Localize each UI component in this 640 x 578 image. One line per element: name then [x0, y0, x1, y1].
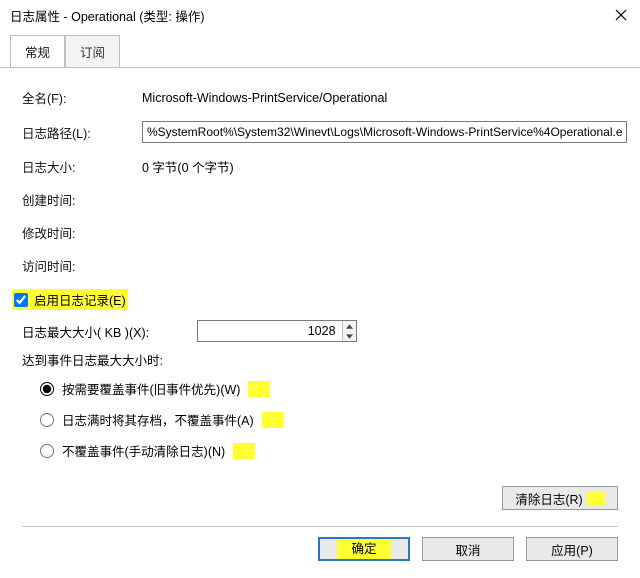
- highlight-box: [233, 443, 255, 459]
- divider: [22, 526, 618, 527]
- chevron-up-icon: [346, 324, 353, 329]
- tab-subscription[interactable]: 订阅: [65, 35, 120, 67]
- clear-row: 清除日志(R): [0, 486, 640, 510]
- row-logsize: 日志大小: 0 字节(0 个字节): [22, 157, 630, 176]
- tab-subscription-label: 订阅: [80, 46, 105, 60]
- row-logpath: 日志路径(L):: [22, 121, 630, 143]
- ok-button[interactable]: 确定: [318, 537, 410, 561]
- label-accessed: 访问时间:: [22, 256, 142, 275]
- radio-no-overwrite[interactable]: [40, 444, 54, 458]
- row-maxsize: 日志最大大小( KB )(X):: [22, 320, 630, 342]
- input-maxsize[interactable]: [198, 321, 341, 341]
- radio-row-archive: 日志满时将其存档，不覆盖事件(A): [40, 410, 630, 429]
- titlebar: 日志属性 - Operational (类型: 操作): [0, 0, 640, 30]
- apply-button[interactable]: 应用(P): [526, 537, 618, 561]
- tab-general-label: 常规: [25, 46, 50, 60]
- row-fullname: 全名(F): Microsoft-Windows-PrintService/Op…: [22, 88, 630, 107]
- close-icon: [615, 9, 627, 21]
- label-created: 创建时间:: [22, 190, 142, 209]
- checkbox-enable-logging[interactable]: [14, 293, 28, 307]
- radio-row-no-overwrite: 不覆盖事件(手动清除日志)(N): [40, 441, 630, 460]
- action-row: 确定 取消 应用(P): [0, 537, 640, 561]
- tabs: 常规 订阅: [0, 34, 640, 67]
- row-modified: 修改时间:: [22, 223, 630, 242]
- close-button[interactable]: [612, 6, 630, 24]
- radio-overwrite[interactable]: [40, 382, 54, 396]
- row-accessed: 访问时间:: [22, 256, 630, 275]
- clear-log-label: 清除日志(R): [515, 489, 582, 508]
- label-radio-overwrite: 按需要覆盖事件(旧事件优先)(W): [62, 379, 240, 398]
- label-maxsize: 日志最大大小( KB )(X):: [22, 322, 149, 341]
- label-radio-archive: 日志满时将其存档，不覆盖事件(A): [62, 410, 254, 429]
- cancel-label: 取消: [455, 540, 480, 559]
- label-radio-no-overwrite: 不覆盖事件(手动清除日志)(N): [62, 441, 225, 460]
- value-fullname: Microsoft-Windows-PrintService/Operation…: [142, 91, 630, 105]
- input-logpath[interactable]: [142, 121, 627, 143]
- cancel-button[interactable]: 取消: [422, 537, 514, 561]
- highlight-box: [248, 381, 270, 397]
- window-title: 日志属性 - Operational (类型: 操作): [10, 6, 204, 25]
- ok-label: 确定: [337, 539, 390, 559]
- highlight-box: [587, 491, 605, 505]
- row-created: 创建时间:: [22, 190, 630, 209]
- spinner-down[interactable]: [343, 331, 357, 341]
- label-logsize: 日志大小:: [22, 157, 142, 176]
- spinner-up[interactable]: [343, 321, 357, 331]
- clear-log-button[interactable]: 清除日志(R): [502, 486, 618, 510]
- radio-row-overwrite: 按需要覆盖事件(旧事件优先)(W): [40, 379, 630, 398]
- label-fullname: 全名(F):: [22, 88, 142, 107]
- row-enable-logging: 启用日志记录(E): [12, 289, 630, 310]
- highlight-box: [262, 412, 284, 428]
- radio-group-whenmax: 按需要覆盖事件(旧事件优先)(W) 日志满时将其存档，不覆盖事件(A) 不覆盖事…: [40, 379, 630, 460]
- spinner-maxsize[interactable]: [197, 320, 357, 342]
- spinner-buttons: [342, 321, 357, 341]
- tab-general[interactable]: 常规: [10, 35, 65, 67]
- radio-archive[interactable]: [40, 413, 54, 427]
- label-modified: 修改时间:: [22, 223, 142, 242]
- value-logsize: 0 字节(0 个字节): [142, 157, 630, 176]
- label-enable-logging: 启用日志记录(E): [34, 290, 126, 309]
- bottom-area: 清除日志(R) 确定 取消 应用(P): [0, 480, 640, 578]
- chevron-down-icon: [346, 334, 353, 339]
- label-whenmax: 达到事件日志最大大小时:: [22, 350, 630, 369]
- apply-label: 应用(P): [551, 540, 593, 559]
- label-logpath: 日志路径(L):: [22, 123, 142, 142]
- properties-panel: 全名(F): Microsoft-Windows-PrintService/Op…: [0, 68, 640, 460]
